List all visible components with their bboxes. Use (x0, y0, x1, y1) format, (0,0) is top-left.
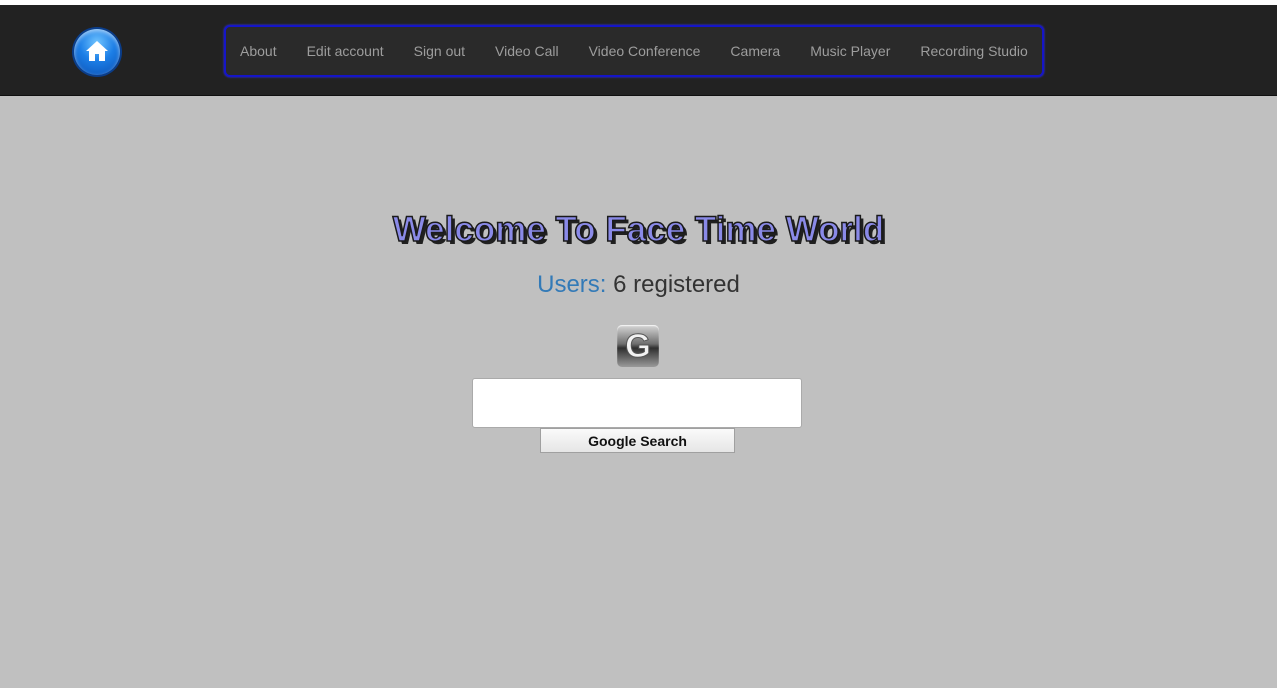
home-icon (86, 41, 108, 61)
welcome-title: Welcome To Face Time World (392, 209, 885, 250)
google-logo-letter: G (625, 327, 652, 365)
search-input[interactable] (472, 378, 802, 428)
home-button[interactable] (74, 29, 120, 75)
nav-sign-out[interactable]: Sign out (399, 43, 480, 59)
nav-edit-account[interactable]: Edit account (292, 43, 399, 59)
users-count: Users: 6 registered (0, 271, 1277, 299)
nav-music-player[interactable]: Music Player (795, 43, 905, 59)
google-search-button[interactable]: Google Search (540, 428, 735, 453)
main-nav: About Edit account Sign out Video Call V… (224, 25, 1044, 77)
nav-about[interactable]: About (240, 43, 292, 59)
nav-video-call[interactable]: Video Call (480, 43, 574, 59)
nav-camera[interactable]: Camera (715, 43, 795, 59)
main-content: Welcome To Face Time World Users: 6 regi… (0, 96, 1277, 688)
nav-video-conference[interactable]: Video Conference (574, 43, 716, 59)
navbar: About Edit account Sign out Video Call V… (0, 5, 1277, 96)
nav-recording-studio[interactable]: Recording Studio (905, 43, 1042, 59)
users-label: Users: (537, 271, 607, 298)
google-logo-icon: G (617, 325, 659, 367)
users-value: 6 registered (613, 271, 740, 298)
